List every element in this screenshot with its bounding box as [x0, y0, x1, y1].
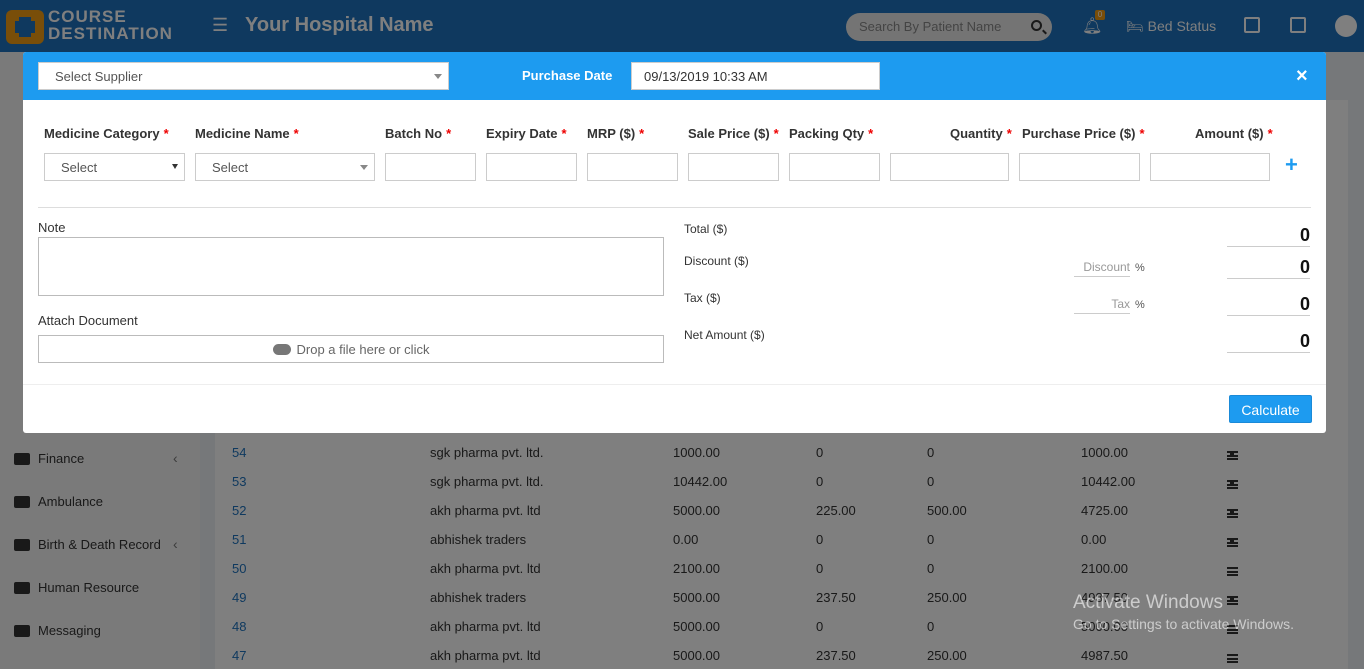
divider: [38, 207, 1311, 208]
medicine-category-select[interactable]: Select: [44, 153, 185, 181]
discount-label: Discount ($): [684, 254, 749, 268]
divider: [23, 384, 1326, 385]
document-dropzone[interactable]: Drop a file here or click: [38, 335, 664, 363]
close-icon[interactable]: ×: [1296, 66, 1308, 86]
medicine-category-label: Medicine Category *: [44, 126, 169, 141]
medicine-name-label: Medicine Name *: [195, 126, 299, 141]
total-value: 0: [1227, 224, 1310, 247]
sale-price-label: Sale Price ($) *: [688, 126, 779, 141]
modal-header: Select Supplier Purchase Date 09/13/2019…: [23, 52, 1326, 100]
amount-input[interactable]: [1150, 153, 1270, 181]
add-row-icon[interactable]: +: [1285, 154, 1298, 176]
discount-percent-input[interactable]: Discount: [1074, 259, 1130, 277]
batch-no-input[interactable]: [385, 153, 476, 181]
mrp-input[interactable]: [587, 153, 678, 181]
purchase-price-input[interactable]: [1019, 153, 1140, 181]
medicine-name-select[interactable]: Select: [195, 153, 375, 181]
chevron-down-icon: [172, 164, 178, 169]
dropzone-text: Drop a file here or click: [296, 342, 430, 357]
packing-qty-label: Packing Qty *: [789, 126, 874, 141]
tax-percent-input[interactable]: Tax: [1074, 296, 1130, 314]
purchase-date-input[interactable]: 09/13/2019 10:33 AM: [631, 62, 880, 90]
purchase-date-label: Purchase Date: [522, 68, 613, 83]
supplier-select-value: Select Supplier: [55, 69, 143, 84]
cloud-upload-icon: [272, 344, 291, 355]
windows-watermark-title: Activate Windows: [1073, 592, 1223, 613]
discount-value[interactable]: 0: [1227, 256, 1310, 279]
chevron-down-icon: [360, 165, 368, 170]
discount-percent-sign: %: [1135, 262, 1145, 274]
tax-label: Tax ($): [684, 291, 721, 305]
expiry-date-input[interactable]: [486, 153, 577, 181]
quantity-input[interactable]: [890, 153, 1009, 181]
windows-watermark-subtitle: Go to Settings to activate Windows.: [1073, 616, 1294, 632]
medicine-category-value: Select: [61, 160, 98, 175]
mrp-label: MRP ($) *: [587, 126, 645, 141]
note-label: Note: [38, 220, 66, 235]
sale-price-input[interactable]: [688, 153, 779, 181]
net-amount-label: Net Amount ($): [684, 328, 765, 342]
supplier-select[interactable]: Select Supplier: [38, 62, 449, 90]
attach-document-label: Attach Document: [38, 313, 138, 328]
note-textarea[interactable]: [38, 237, 664, 296]
total-label: Total ($): [684, 222, 728, 236]
packing-qty-input[interactable]: [789, 153, 880, 181]
medicine-name-value: Select: [212, 160, 249, 175]
batch-no-label: Batch No *: [385, 126, 452, 141]
calculate-button[interactable]: Calculate: [1229, 395, 1312, 423]
tax-value[interactable]: 0: [1227, 293, 1310, 316]
chevron-down-icon: [434, 74, 442, 79]
amount-label: Amount ($) *: [1195, 126, 1273, 141]
purchase-medicine-modal: Select Supplier Purchase Date 09/13/2019…: [23, 52, 1326, 433]
tax-percent-sign: %: [1135, 299, 1145, 311]
net-amount-value: 0: [1227, 330, 1310, 353]
quantity-label: Quantity *: [950, 126, 1012, 141]
purchase-price-label: Purchase Price ($) *: [1022, 126, 1145, 141]
expiry-date-label: Expiry Date *: [486, 126, 567, 141]
